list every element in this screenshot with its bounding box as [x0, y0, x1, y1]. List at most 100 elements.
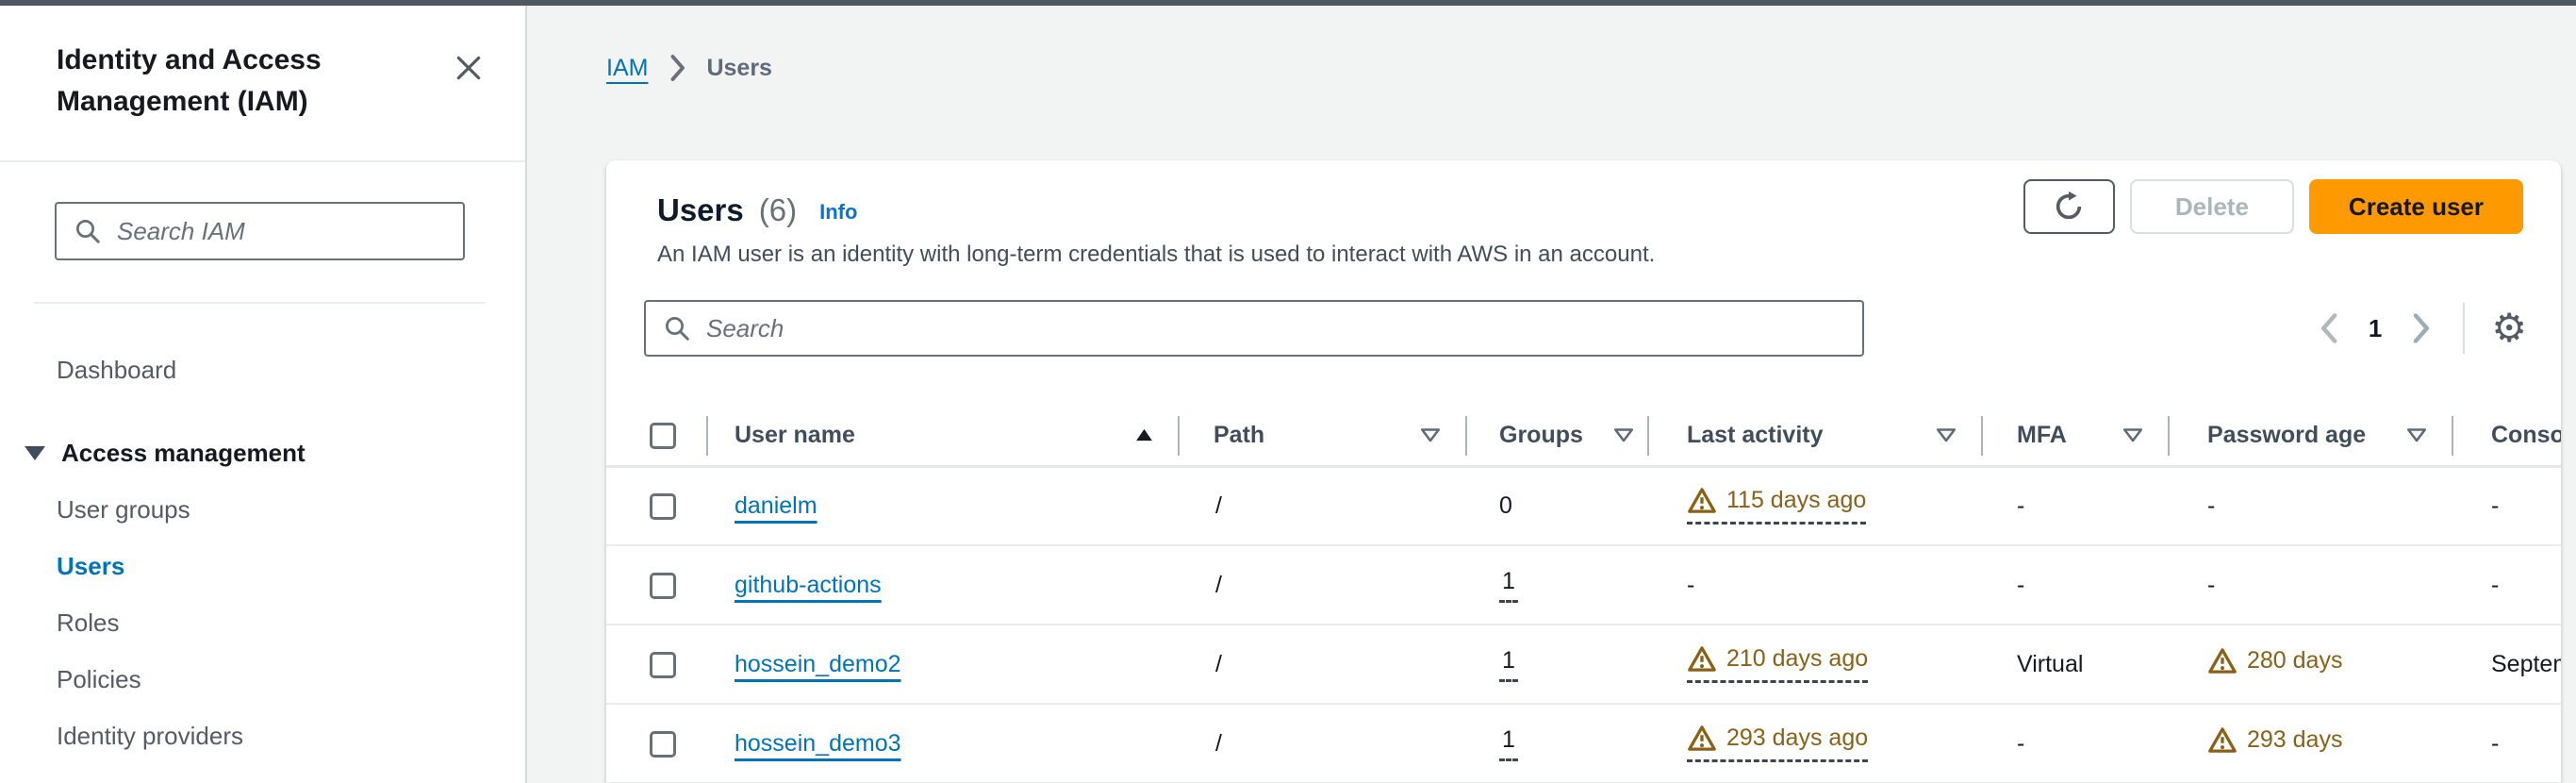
column-label: Groups: [1499, 421, 1583, 448]
column-header-mfa[interactable]: MFA: [1981, 406, 2168, 468]
groups-value[interactable]: 1: [1499, 647, 1518, 682]
column-header-last-activity[interactable]: Last activity: [1647, 406, 1981, 468]
sidebar-search-box: [55, 202, 465, 260]
user-name-link[interactable]: github-actions: [735, 572, 882, 598]
iam-console-page: Identity and Access Management (IAM) Sea…: [0, 0, 2576, 783]
mfa-value: -: [2017, 491, 2025, 519]
close-icon: [456, 56, 481, 80]
users-panel: Users (6) Info An IAM user is an identit…: [606, 160, 2561, 783]
pagination-prev-button[interactable]: [2308, 303, 2352, 354]
table-row: danielm / 0 115 days ago - - -: [606, 466, 2561, 546]
path-value: /: [1215, 571, 1222, 598]
filter-icon: [1420, 428, 1441, 442]
last-activity-warning[interactable]: 210 days ago: [1687, 645, 1869, 683]
sidebar-nav: Dashboard Access management User groups …: [0, 304, 525, 764]
info-link[interactable]: Info: [819, 200, 857, 225]
column-label: Console last sign-in: [2491, 421, 2561, 448]
row-checkbox[interactable]: [650, 572, 676, 599]
warning-icon: [2208, 727, 2237, 753]
sidebar-item-user-groups[interactable]: User groups: [0, 481, 525, 538]
sidebar-section-label: Access management: [61, 438, 305, 467]
table-search-box: [644, 300, 1864, 357]
sidebar-item-policies[interactable]: Policies: [0, 651, 525, 708]
last-activity-value: 293 days ago: [1726, 725, 1869, 751]
column-label: User name: [735, 421, 855, 448]
breadcrumb-current: Users: [706, 55, 772, 81]
refresh-icon: [2056, 191, 2082, 220]
row-checkbox[interactable]: [650, 730, 676, 758]
password-age-warning: 293 days: [2207, 726, 2342, 754]
sidebar-item-users[interactable]: Users: [0, 538, 525, 594]
warning-icon: [2208, 648, 2237, 674]
table-row: hossein_demo3 / 1 293 days ago - 293 day…: [606, 704, 2561, 783]
last-activity-value: -: [1687, 571, 1695, 598]
iam-sidebar: Identity and Access Management (IAM) Sea…: [0, 6, 527, 783]
user-name-link[interactable]: hossein_demo2: [735, 651, 901, 677]
table-row: github-actions / 1 - - - -: [606, 545, 2561, 625]
sidebar-item-dashboard[interactable]: Dashboard: [0, 342, 525, 398]
row-checkbox[interactable]: [650, 492, 676, 520]
refresh-button[interactable]: [2023, 179, 2115, 234]
column-label: Password age: [2207, 421, 2367, 448]
chevron-left-icon: [2320, 313, 2337, 343]
column-label: Last activity: [1687, 421, 1824, 448]
mfa-value: -: [2017, 729, 2025, 757]
last-activity-warning[interactable]: 293 days ago: [1687, 725, 1869, 762]
column-header-password-age[interactable]: Password age: [2168, 406, 2452, 468]
groups-value[interactable]: 1: [1499, 568, 1518, 603]
path-value: /: [1215, 650, 1222, 677]
warning-icon: [1688, 725, 1716, 751]
groups-value[interactable]: 1: [1499, 726, 1518, 761]
last-activity-value: 115 days ago: [1726, 487, 1867, 514]
users-count: (6): [758, 192, 798, 227]
table-search-input[interactable]: [704, 312, 1845, 344]
breadcrumb-iam-link[interactable]: IAM: [606, 53, 648, 83]
password-age-value: -: [2207, 491, 2216, 519]
table-row: hossein_demo2 / 1 210 days ago Virtual 2…: [606, 625, 2561, 705]
create-user-button[interactable]: Create user: [2308, 179, 2523, 234]
user-name-link[interactable]: danielm: [735, 492, 817, 519]
chevron-down-icon: [25, 445, 45, 460]
sidebar-header: Identity and Access Management (IAM): [0, 6, 525, 160]
groups-value: 0: [1499, 491, 1512, 519]
page-title: Users: [657, 192, 744, 227]
mfa-value: -: [2017, 571, 2025, 598]
warning-icon: [1688, 646, 1716, 672]
filter-icon: [2122, 428, 2143, 442]
last-activity-warning[interactable]: 115 days ago: [1687, 487, 1867, 525]
users-description: An IAM user is an identity with long-ter…: [657, 242, 1656, 267]
sidebar-item-roles[interactable]: Roles: [0, 594, 525, 651]
password-age-value: 293 days: [2247, 726, 2343, 753]
pagination: 1 ⚙: [2308, 303, 2533, 354]
select-all-checkbox[interactable]: [650, 422, 676, 449]
sidebar-section-access-management[interactable]: Access management: [0, 425, 525, 481]
breadcrumb: IAM Users: [606, 53, 2576, 83]
sidebar-item-identity-providers[interactable]: Identity providers: [0, 708, 525, 764]
sidebar-close-button[interactable]: [448, 47, 489, 92]
sort-ascending-icon: [1136, 429, 1152, 441]
mfa-value: Virtual: [2017, 650, 2084, 677]
column-header-user-name[interactable]: User name: [706, 406, 1178, 468]
filter-icon: [1936, 428, 1957, 442]
sidebar-title: Identity and Access Management (IAM): [57, 44, 322, 117]
sidebar-search-input[interactable]: [115, 215, 446, 247]
search-icon: [666, 317, 689, 341]
users-table: User name Path Groups Last activity MFA …: [606, 406, 2561, 783]
row-checkbox[interactable]: [650, 651, 676, 678]
column-header-groups[interactable]: Groups: [1465, 406, 1647, 468]
last-activity-value: 210 days ago: [1726, 645, 1869, 672]
column-header-path[interactable]: Path: [1178, 406, 1465, 468]
table-settings-button[interactable]: ⚙: [2485, 308, 2533, 348]
delete-button[interactable]: Delete: [2129, 179, 2294, 234]
path-value: /: [1215, 491, 1222, 519]
password-age-value: 280 days: [2247, 647, 2343, 674]
password-age-value: -: [2207, 571, 2216, 598]
console-last-sign-in-value: -: [2491, 491, 2500, 519]
pagination-current-page[interactable]: 1: [2369, 314, 2382, 343]
pagination-next-button[interactable]: [2399, 303, 2442, 354]
warning-icon: [1688, 488, 1716, 513]
column-header-console-last-sign-in[interactable]: Console last sign-in: [2452, 406, 2561, 468]
user-name-link[interactable]: hossein_demo3: [735, 730, 901, 757]
divider: [2463, 303, 2466, 354]
chevron-right-icon: [671, 55, 685, 81]
